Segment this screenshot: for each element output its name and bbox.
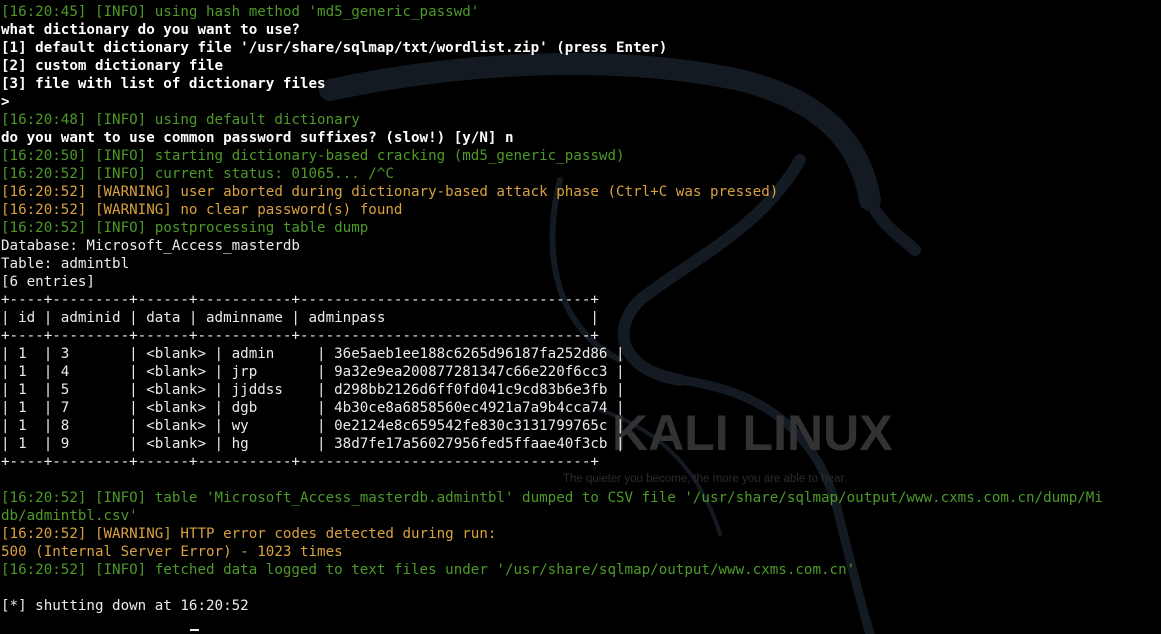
terminal-line: | 1 | 9 | <blank> | hg | 38d7fe17a560279… <box>1 436 625 452</box>
terminal-line: [16:20:52] [INFO] current status: 01065.… <box>1 166 394 182</box>
terminal-line: do you want to use common password suffi… <box>1 130 514 146</box>
text-cursor <box>190 629 199 631</box>
terminal-line: [16:20:52] [INFO] fetched data logged to… <box>1 562 856 578</box>
terminal-line: +----+---------+------+-----------+-----… <box>1 292 599 308</box>
terminal-line: 500 (Internal Server Error) - 1023 times <box>1 544 343 560</box>
terminal-line: [1] default dictionary file '/usr/share/… <box>1 40 668 56</box>
terminal-line: > <box>1 94 10 110</box>
terminal-line: [3] file with list of dictionary files <box>1 76 326 92</box>
terminal-line: [16:20:52] [WARNING] no clear password(s… <box>1 202 403 218</box>
terminal-line: [16:20:45] [INFO] using hash method 'md5… <box>1 4 480 20</box>
terminal-line: Database: Microsoft_Access_masterdb <box>1 238 300 254</box>
terminal-output[interactable]: [16:20:45] [INFO] using hash method 'md5… <box>1 3 1103 615</box>
terminal-line: [2] custom dictionary file <box>1 58 224 74</box>
terminal-line: [16:20:52] [INFO] table 'Microsoft_Acces… <box>1 490 1103 506</box>
terminal-line: +----+---------+------+-----------+-----… <box>1 328 599 344</box>
terminal-line: [16:20:48] [INFO] using default dictiona… <box>1 112 360 128</box>
terminal-line: [16:20:52] [INFO] postprocessing table d… <box>1 220 369 236</box>
terminal-line: [16:20:50] [INFO] starting dictionary-ba… <box>1 148 625 164</box>
terminal-line: | 1 | 3 | <blank> | admin | 36e5aeb1ee18… <box>1 346 625 362</box>
terminal-line: [*] shutting down at 16:20:52 <box>1 598 249 614</box>
terminal-line: | 1 | 4 | <blank> | jrp | 9a32e9ea200877… <box>1 364 625 380</box>
terminal-line: [6 entries] <box>1 274 95 290</box>
terminal-line: Table: admintbl <box>1 256 130 272</box>
terminal-line: db/admintbl.csv' <box>1 508 138 524</box>
terminal-line: what dictionary do you want to use? <box>1 22 300 38</box>
terminal-line: | 1 | 5 | <blank> | jjddss | d298bb2126d… <box>1 382 625 398</box>
terminal-line: [16:20:52] [WARNING] user aborted during… <box>1 184 779 200</box>
terminal-line: | 1 | 8 | <blank> | wy | 0e2124e8c659542… <box>1 418 625 434</box>
terminal-line: +----+---------+------+-----------+-----… <box>1 454 599 470</box>
terminal-line: | 1 | 7 | <blank> | dgb | 4b30ce8a685856… <box>1 400 625 416</box>
terminal-line: [16:20:52] [WARNING] HTTP error codes de… <box>1 526 497 542</box>
terminal-line: | id | adminid | data | adminname | admi… <box>1 310 599 326</box>
